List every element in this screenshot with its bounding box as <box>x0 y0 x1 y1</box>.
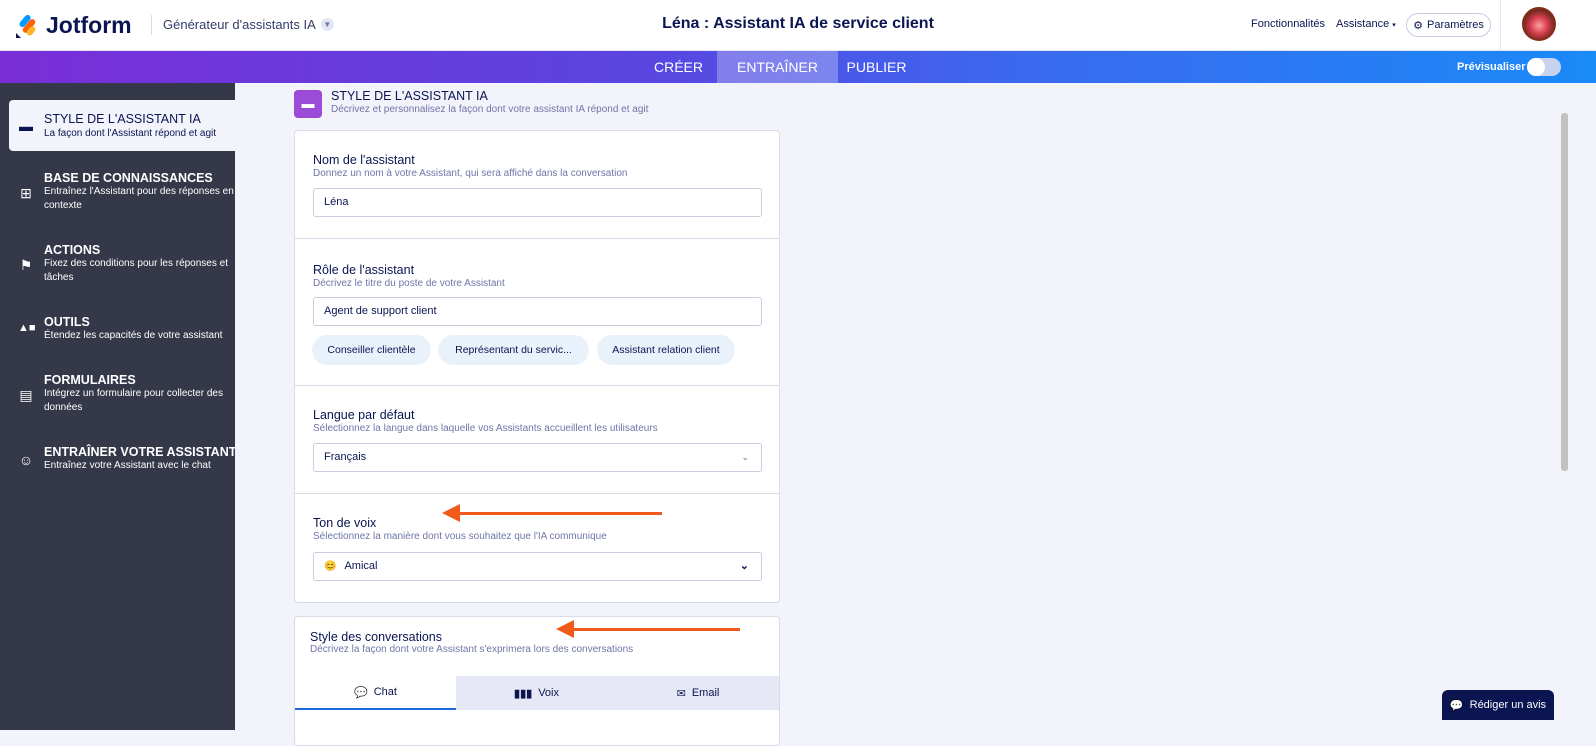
sidebar-item-title: FORMULAIRES <box>44 373 136 387</box>
sidebar-item-title: STYLE DE L'ASSISTANT IA <box>44 112 201 126</box>
annotation-arrow <box>556 620 740 638</box>
field-desc: Donnez un nom à votre Assistant, qui ser… <box>313 168 628 179</box>
field-desc: Décrivez le titre du poste de votre Assi… <box>313 278 505 289</box>
field-desc: Décrivez la façon dont votre Assistant s… <box>310 644 634 655</box>
field-label: Nom de l'assistant <box>313 153 415 167</box>
sidebar-item-train[interactable]: ☺ ENTRAÎNER VOTRE ASSISTANT Entraînez vo… <box>9 445 237 485</box>
divider <box>1500 0 1501 51</box>
sidebar-item-actions[interactable]: ⚑ ACTIONS Fixez des conditions pour les … <box>9 243 235 298</box>
annotation-arrow <box>442 504 662 522</box>
sidebar-item-style[interactable]: ▬ STYLE DE L'ASSISTANT IA La façon dont … <box>9 100 235 151</box>
role-suggestion-chip[interactable]: Assistant relation client <box>597 335 735 365</box>
field-desc: Sélectionnez la langue dans laquelle vos… <box>313 423 658 434</box>
id-card-icon: ▬ <box>19 118 33 134</box>
field-label: Rôle de l'assistant <box>313 263 415 277</box>
tone-section: Ton de voix Sélectionnez la manière dont… <box>295 494 779 603</box>
review-icon: 💬 <box>1449 699 1464 712</box>
chat-icon: 💬 <box>354 686 368 699</box>
chat-smile-icon: ☺ <box>18 452 34 468</box>
tab-label: Voix <box>538 687 559 699</box>
section-title: STYLE DE L'ASSISTANT IA <box>331 89 488 103</box>
write-review-button[interactable]: 💬 Rédiger un avis <box>1442 690 1554 720</box>
field-desc: Sélectionnez la manière dont vous souhai… <box>313 531 607 542</box>
sidebar-item-sub: Fixez des conditions pour les réponses e… <box>44 258 228 283</box>
logo-text: Jotform <box>46 12 132 38</box>
sidebar-item-title: OUTILS <box>44 315 90 329</box>
settings-label: Paramètres <box>1427 19 1484 31</box>
top-header: Jotform Générateur d'assistants IA ▼ Léna… <box>0 0 1596 51</box>
tab-creer[interactable]: CRÉER <box>640 51 717 83</box>
preview-toggle[interactable] <box>1527 58 1561 76</box>
flag-icon: ⚑ <box>19 257 33 273</box>
section-subtitle: Décrivez et personnalisez la façon dont … <box>331 104 649 115</box>
page-title: Léna : Assistant IA de service client <box>662 15 934 32</box>
sidebar-item-title: BASE DE CONNAISSANCES <box>44 171 213 185</box>
language-value: Français <box>324 451 367 463</box>
tab-voix[interactable]: ▮▮▮ Voix <box>456 676 617 710</box>
preview-label: Prévisualiser <box>1457 61 1526 73</box>
role-suggestion-chip[interactable]: Représentant du servic... <box>438 335 589 365</box>
sidebar-item-knowledge[interactable]: ⊞ BASE DE CONNAISSANCES Entraînez l'Assi… <box>9 171 235 226</box>
chat-plus-icon: ⊞ <box>20 185 32 201</box>
tab-email[interactable]: ✉ Email <box>617 676 779 710</box>
chevron-down-icon: ⌄ <box>739 560 749 572</box>
sidebar-item-sub: Étendez les capacités de votre assistant <box>44 330 223 341</box>
tab-label: Chat <box>373 686 397 698</box>
sidebar-item-tools[interactable]: ▲■ OUTILS Étendez les capacités de votre… <box>9 315 235 355</box>
voice-bars-icon: ▮▮▮ <box>514 687 533 700</box>
assistant-role-input[interactable]: Agent de support client <box>313 297 762 326</box>
divider <box>151 15 152 35</box>
sidebar: ▬ STYLE DE L'ASSISTANT IA La façon dont … <box>0 83 237 730</box>
id-card-icon: ▬ <box>294 90 322 118</box>
role-suggestion-chip[interactable]: Conseiller clientèle <box>312 335 431 365</box>
jotform-logo-icon <box>16 14 36 38</box>
assistance-label: Assistance <box>1336 18 1390 30</box>
chevron-down-icon: ⌄ <box>741 452 749 462</box>
chevron-down-icon: ▾ <box>1392 22 1396 29</box>
product-name: Générateur d'assistants IA <box>163 17 316 32</box>
conversation-style-card: Style des conversations Décrivez la faço… <box>294 616 780 746</box>
sidebar-item-sub: Intégrez un formulaire pour collecter de… <box>44 388 223 413</box>
jotform-logo[interactable]: Jotform <box>14 12 132 39</box>
sidebar-item-sub: Entraînez l'Assistant pour des réponses … <box>44 186 234 211</box>
gear-icon: ⚙ <box>1413 19 1423 32</box>
tone-select[interactable]: 😊 Amical ⌄ <box>313 552 762 581</box>
sidebar-item-sub: Entraînez votre Assistant avec le chat <box>44 460 211 471</box>
language-section: Langue par défaut Sélectionnez la langue… <box>295 386 779 494</box>
sidebar-item-sub: La façon dont l'Assistant répond et agit <box>44 128 217 139</box>
sidebar-item-title: ENTRAÎNER VOTRE ASSISTANT <box>44 445 237 459</box>
tab-publier[interactable]: PUBLIER <box>838 51 915 83</box>
product-switcher[interactable]: Générateur d'assistants IA ▼ <box>163 17 334 32</box>
tab-label: Email <box>691 687 720 699</box>
tab-entrainer[interactable]: ENTRAÎNER <box>717 51 838 83</box>
assistant-name-input[interactable]: Léna <box>313 188 762 217</box>
shapes-icon: ▲■ <box>18 322 36 334</box>
envelope-icon: ✉ <box>676 687 686 700</box>
main-nav: CRÉER ENTRAÎNER PUBLIER Prévisualiser <box>0 51 1596 83</box>
language-select[interactable]: Français ⌄ <box>313 443 762 472</box>
review-label: Rédiger un avis <box>1469 699 1547 711</box>
field-label: Ton de voix <box>313 516 377 530</box>
field-label: Style des conversations <box>310 630 443 644</box>
name-section: Nom de l'assistant Donnez un nom à votre… <box>295 131 779 239</box>
tab-chat[interactable]: 💬 Chat <box>295 676 456 710</box>
settings-card: Nom de l'assistant Donnez un nom à votre… <box>294 130 780 603</box>
tone-value: Amical <box>344 560 378 572</box>
settings-button[interactable]: ⚙ Paramètres <box>1406 13 1491 37</box>
assistance-menu[interactable]: Assistance ▾ <box>1336 18 1396 30</box>
smile-emoji-icon: 😊 <box>324 561 337 572</box>
form-icon: ▤ <box>19 387 33 403</box>
features-link[interactable]: Fonctionnalités <box>1251 18 1325 30</box>
avatar[interactable] <box>1522 7 1556 41</box>
chevron-down-icon: ▼ <box>320 18 334 31</box>
scrollbar-thumb[interactable] <box>1561 113 1568 471</box>
sidebar-item-forms[interactable]: ▤ FORMULAIRES Intégrez un formulaire pou… <box>9 373 235 428</box>
sidebar-item-title: ACTIONS <box>44 243 101 257</box>
field-label: Langue par défaut <box>313 408 415 422</box>
